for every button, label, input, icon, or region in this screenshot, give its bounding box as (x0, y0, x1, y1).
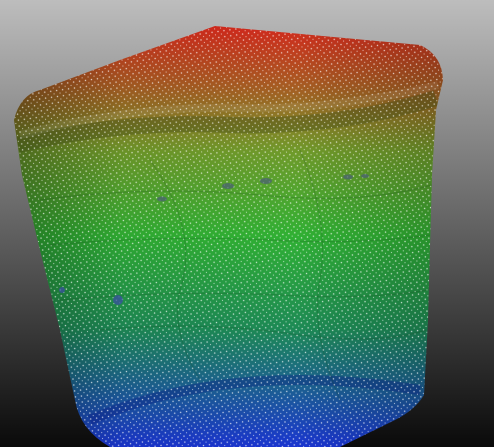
3d-viewport[interactable] (0, 0, 494, 447)
point-cloud-render[interactable] (0, 0, 494, 447)
